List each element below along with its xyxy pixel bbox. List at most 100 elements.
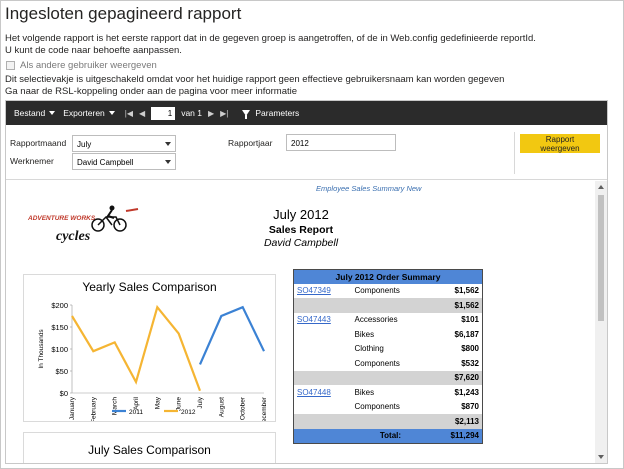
export-menu-label: Exporteren xyxy=(63,108,105,118)
previous-page-icon[interactable]: ◀ xyxy=(139,109,145,118)
checkbox-label: Als andere gebruiker weergeven xyxy=(20,60,157,71)
cyclist-icon xyxy=(91,205,139,232)
employee-label: Werknemer xyxy=(10,156,54,166)
next-page-icon[interactable]: ▶ xyxy=(208,109,214,118)
order-cell xyxy=(294,356,352,371)
last-page-icon[interactable]: ▶| xyxy=(220,109,228,118)
logo-text-top: ADVENTURE WORKS xyxy=(27,215,96,222)
chart-plot: $0 $50 $100 $150 $200 In Thousands January Febr… xyxy=(38,301,268,421)
order-cell[interactable]: SO47448 xyxy=(294,385,352,400)
report-canvas: Employee Sales Summary New ADVENTURE WOR… xyxy=(6,181,607,463)
report-month-select[interactable]: July xyxy=(72,135,176,152)
divider xyxy=(514,132,515,174)
report-title-link[interactable]: Employee Sales Summary New xyxy=(316,184,421,193)
file-menu[interactable]: Bestand xyxy=(14,108,56,118)
order-link[interactable]: SO47448 xyxy=(297,388,331,397)
y-tick-label: $100 xyxy=(51,345,68,354)
product-cell xyxy=(351,370,430,385)
view-as-other-user-row: Als andere gebruiker weergeven xyxy=(6,60,157,71)
employee-select[interactable]: David Campbell xyxy=(72,153,176,170)
amount-cell: $1,562 xyxy=(454,286,479,296)
order-cell[interactable]: SO47349 xyxy=(294,284,352,299)
report-year-input[interactable]: 2012 xyxy=(286,134,396,151)
order-cell[interactable]: SO47443 xyxy=(294,313,352,328)
report-date: July 2012 xyxy=(273,207,329,222)
amount-cell: $800 xyxy=(461,344,479,354)
product-cell: Components xyxy=(354,286,400,296)
report-scrollbar[interactable] xyxy=(595,181,607,463)
report-employee-name: David Campbell xyxy=(263,237,339,249)
view-as-other-user-checkbox[interactable] xyxy=(6,61,15,70)
table-row: Clothing $800 xyxy=(294,342,483,357)
order-cell xyxy=(293,428,352,443)
parameters-button[interactable]: Parameters xyxy=(242,108,300,119)
export-menu[interactable]: Exporteren xyxy=(63,108,115,118)
yearly-sales-chart: Yearly Sales Comparison $0 $50 $100 $150 $20… xyxy=(23,274,276,422)
order-link[interactable]: SO47443 xyxy=(297,315,331,324)
scroll-thumb[interactable] xyxy=(598,195,604,321)
product-cell: Accessories xyxy=(354,315,398,325)
table-row: Bikes $6,187 xyxy=(294,327,483,342)
table-row: SO47448 Bikes $1,243 xyxy=(294,385,483,400)
x-tick-label: February xyxy=(90,396,97,421)
file-menu-label: Bestand xyxy=(14,108,46,118)
parameters-pane: Rapportmaand July Werknemer David Campbe… xyxy=(6,125,607,180)
scroll-up-icon[interactable] xyxy=(598,185,604,189)
product-cell: Components xyxy=(354,402,400,412)
page-number-input[interactable] xyxy=(151,106,176,120)
order-link[interactable]: SO47349 xyxy=(297,286,331,295)
view-report-button[interactable]: Rapport weergeven xyxy=(520,134,600,153)
amount-cell: $870 xyxy=(461,402,479,412)
x-tick-label: April xyxy=(133,396,140,410)
first-page-icon[interactable]: |◀ xyxy=(125,109,133,118)
disabled-note: Dit selectievakje is uitgeschakeld omdat… xyxy=(5,74,505,85)
chevron-down-icon xyxy=(165,160,171,164)
chevron-down-icon xyxy=(108,111,115,115)
scroll-down-icon[interactable] xyxy=(598,455,604,459)
page-title: Ingesloten gepagineerd rapport xyxy=(5,4,242,23)
amount-cell: $1,562 xyxy=(429,298,483,313)
y-tick-label: $0 xyxy=(60,389,68,398)
amount-cell: $6,187 xyxy=(454,329,479,339)
y-tick-label: $150 xyxy=(51,323,68,332)
amount-cell: $2,113 xyxy=(429,414,483,429)
report-viewer: Bestand Exporteren |◀ ◀ van 1 ▶ ▶| Param… xyxy=(5,100,608,464)
product-cell xyxy=(351,414,430,429)
chart2-title: July Sales Comparison xyxy=(88,443,211,457)
x-tick-label: March xyxy=(112,397,119,415)
y-axis-label: In Thousands xyxy=(38,329,45,369)
product-cell xyxy=(351,298,430,313)
rsl-note: Ga naar de RSL-koppeling onder aan de pa… xyxy=(5,86,298,97)
order-cell xyxy=(293,298,352,313)
parameters-label: Parameters xyxy=(255,108,300,118)
product-cell: Bikes xyxy=(354,387,375,397)
chevron-down-icon xyxy=(165,142,171,146)
report-year-label: Rapportjaar xyxy=(228,138,273,148)
page-navigation: |◀ ◀ van 1 ▶ ▶| xyxy=(125,106,228,120)
x-tick-label: May xyxy=(154,396,161,409)
table-row: Components $870 xyxy=(294,400,483,415)
order-summary-title: July 2012 Order Summary xyxy=(293,269,483,284)
order-summary-header: July 2012 Order Summary xyxy=(293,269,483,284)
filter-icon xyxy=(242,110,251,119)
series-line-2012 xyxy=(71,304,202,392)
order-cell xyxy=(294,327,352,342)
order-cell xyxy=(293,370,352,385)
amount-cell: $1,243 xyxy=(454,387,479,397)
page-description: Het volgende rapport is het eerste rappo… xyxy=(5,33,536,44)
adventure-works-logo: ADVENTURE WORKS cycles xyxy=(27,205,139,244)
order-cell xyxy=(294,342,352,357)
table-row: SO47349 Components $1,562 xyxy=(294,284,483,299)
report-month-label: Rapportmaand xyxy=(10,138,67,148)
y-tick-label: $200 xyxy=(51,301,68,310)
x-tick-label: July xyxy=(197,396,204,408)
product-cell: Total: xyxy=(351,428,430,443)
legend-label: 2011 xyxy=(129,409,143,416)
order-cell xyxy=(293,414,352,429)
subtotal-row: $2,113 xyxy=(293,414,483,429)
legend-label: 2012 xyxy=(181,409,196,416)
x-tick-label: December xyxy=(261,396,268,421)
series-line-2011 xyxy=(198,305,265,365)
x-tick-label: January xyxy=(69,396,76,420)
product-cell: Bikes xyxy=(354,329,375,339)
